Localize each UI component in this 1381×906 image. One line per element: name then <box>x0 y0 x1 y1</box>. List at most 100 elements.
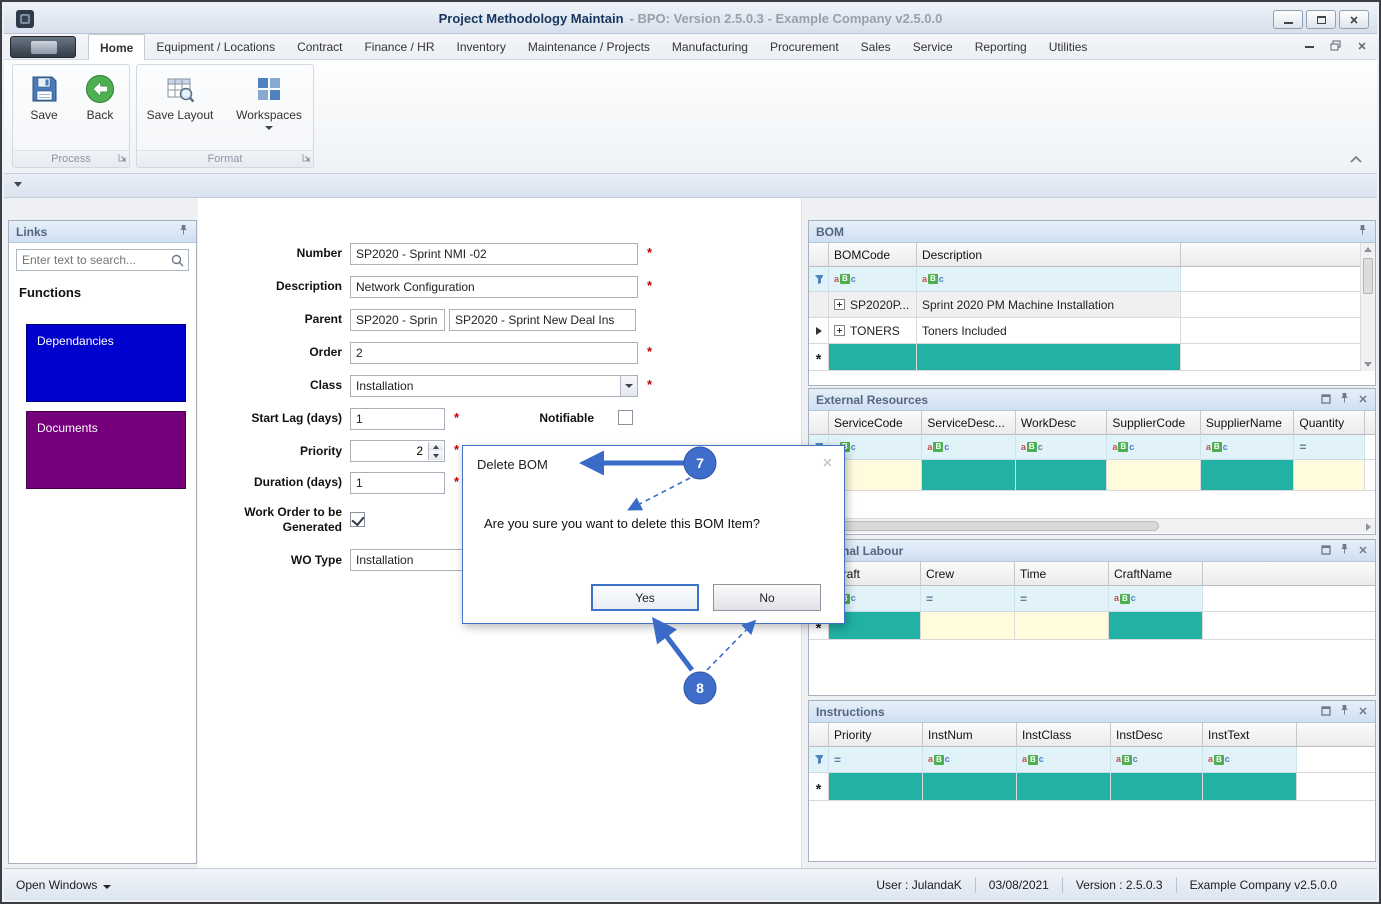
filter-cell[interactable]: aBc <box>1111 747 1203 773</box>
notifiable-checkbox[interactable] <box>618 410 633 425</box>
new-cell-bomcode[interactable] <box>829 344 917 371</box>
column-header[interactable]: Quantity <box>1294 411 1365 435</box>
no-button[interactable]: No <box>713 584 821 611</box>
dialog-close-icon[interactable] <box>822 457 833 471</box>
new-cell-craftname[interactable] <box>1109 612 1203 640</box>
parent-description-field[interactable] <box>449 309 636 331</box>
new-cell-servicedesc[interactable] <box>922 460 1015 491</box>
priority-field[interactable] <box>350 440 445 462</box>
scrollbar-thumb[interactable] <box>811 521 1159 531</box>
tab-reporting[interactable]: Reporting <box>964 34 1038 60</box>
filter-cell[interactable]: aBc <box>1203 747 1297 773</box>
filter-cell[interactable]: aBc <box>1107 435 1200 460</box>
work-order-checkbox[interactable] <box>350 512 365 527</box>
parent-code-field[interactable] <box>350 309 445 331</box>
new-row[interactable]: * <box>809 773 1375 801</box>
new-cell-instclass[interactable] <box>1017 773 1111 801</box>
documents-button[interactable]: Documents <box>26 411 186 489</box>
bom-description-cell[interactable]: Sprint 2020 PM Machine Installation <box>917 292 1181 318</box>
filter-cell[interactable]: = <box>1294 435 1365 460</box>
new-cell-instnum[interactable] <box>923 773 1017 801</box>
priority-input[interactable] <box>351 441 427 461</box>
tab-contract[interactable]: Contract <box>286 34 353 60</box>
table-row[interactable]: SP2020P... Sprint 2020 PM Machine Instal… <box>809 292 1375 318</box>
maximize-panel-icon[interactable] <box>1321 393 1331 407</box>
table-row[interactable]: TONERS Toners Included <box>809 318 1375 344</box>
tab-finance-hr[interactable]: Finance / HR <box>353 34 445 60</box>
tab-service[interactable]: Service <box>902 34 964 60</box>
scroll-right-icon[interactable] <box>1366 523 1371 531</box>
tab-manufacturing[interactable]: Manufacturing <box>661 34 759 60</box>
new-cell-workdesc[interactable] <box>1016 460 1108 491</box>
new-row[interactable]: * <box>809 612 1375 640</box>
yes-button[interactable]: Yes <box>591 584 699 611</box>
spin-up-icon[interactable] <box>429 442 443 451</box>
new-cell-quantity[interactable] <box>1294 460 1365 491</box>
new-cell-crew[interactable] <box>921 612 1015 640</box>
spin-down-icon[interactable] <box>429 451 443 460</box>
open-windows-button[interactable]: Open Windows <box>16 878 111 892</box>
horizontal-scrollbar[interactable] <box>809 518 1375 533</box>
column-header[interactable]: SupplierName <box>1201 411 1294 435</box>
filter-cell[interactable]: = <box>829 747 923 773</box>
dependancies-button[interactable]: Dependancies <box>26 324 186 402</box>
pin-icon[interactable] <box>1339 392 1350 407</box>
column-header-description[interactable]: Description <box>917 243 1181 267</box>
new-cell-instdesc[interactable] <box>1111 773 1203 801</box>
tab-sales[interactable]: Sales <box>850 34 902 60</box>
maximize-panel-icon[interactable] <box>1321 544 1331 558</box>
close-panel-icon[interactable] <box>1358 393 1368 407</box>
save-button[interactable]: Save <box>15 70 73 122</box>
column-header[interactable]: SupplierCode <box>1107 411 1200 435</box>
bom-code-cell[interactable]: SP2020P... <box>850 298 909 312</box>
filter-cell[interactable]: aBc <box>1201 435 1294 460</box>
column-header[interactable]: Priority <box>829 723 923 747</box>
new-cell-suppliercode[interactable] <box>1107 460 1200 491</box>
maximize-panel-icon[interactable] <box>1321 705 1331 719</box>
panel-collapse-icon[interactable] <box>14 182 23 187</box>
column-header[interactable]: InstText <box>1203 723 1297 747</box>
pin-icon[interactable] <box>1339 543 1350 558</box>
filter-cell[interactable]: aBc <box>1017 747 1111 773</box>
pin-icon[interactable] <box>1339 704 1350 719</box>
column-header[interactable]: ServiceCode <box>829 411 922 435</box>
save-layout-button[interactable]: Save Layout <box>143 70 217 122</box>
expand-icon[interactable] <box>834 299 845 310</box>
new-row[interactable]: * <box>809 460 1375 491</box>
column-header[interactable]: CraftName <box>1109 562 1203 586</box>
new-row[interactable]: * <box>809 344 1375 371</box>
format-dialog-launcher-icon[interactable] <box>302 151 311 165</box>
maximize-button[interactable] <box>1306 10 1336 29</box>
filter-cell[interactable]: aBc <box>922 435 1015 460</box>
class-dropdown-button[interactable] <box>620 376 637 396</box>
ribbon-minimize-icon[interactable] <box>1305 46 1314 48</box>
ribbon-collapse-icon[interactable] <box>1349 152 1363 166</box>
number-field[interactable] <box>350 243 638 265</box>
tab-home[interactable]: Home <box>88 34 145 60</box>
back-button[interactable]: Back <box>71 70 129 122</box>
scroll-up-icon[interactable] <box>1361 243 1375 256</box>
minimize-button[interactable] <box>1273 10 1303 29</box>
column-header[interactable]: Time <box>1015 562 1109 586</box>
tab-maintenance-projects[interactable]: Maintenance / Projects <box>517 34 661 60</box>
expand-icon[interactable] <box>834 325 845 336</box>
column-header[interactable]: InstDesc <box>1111 723 1203 747</box>
close-panel-icon[interactable] <box>1358 544 1368 558</box>
new-cell-suppliername[interactable] <box>1201 460 1294 491</box>
column-header[interactable]: InstClass <box>1017 723 1111 747</box>
column-header[interactable]: Crew <box>921 562 1015 586</box>
workspaces-button[interactable]: Workspaces <box>231 70 307 130</box>
search-input[interactable] <box>16 249 189 271</box>
column-header[interactable]: WorkDesc <box>1016 411 1108 435</box>
ribbon-restore-icon[interactable] <box>1330 40 1341 54</box>
column-header-bomcode[interactable]: BOMCode <box>829 243 917 267</box>
application-button[interactable] <box>10 36 76 58</box>
description-field[interactable] <box>350 276 638 298</box>
tab-inventory[interactable]: Inventory <box>445 34 516 60</box>
start-lag-field[interactable] <box>350 408 445 430</box>
new-cell-description[interactable] <box>917 344 1181 371</box>
new-cell-insttext[interactable] <box>1203 773 1297 801</box>
close-panel-icon[interactable] <box>1358 705 1368 719</box>
filter-cell[interactable]: aBc <box>923 747 1017 773</box>
tab-equipment-locations[interactable]: Equipment / Locations <box>145 34 286 60</box>
